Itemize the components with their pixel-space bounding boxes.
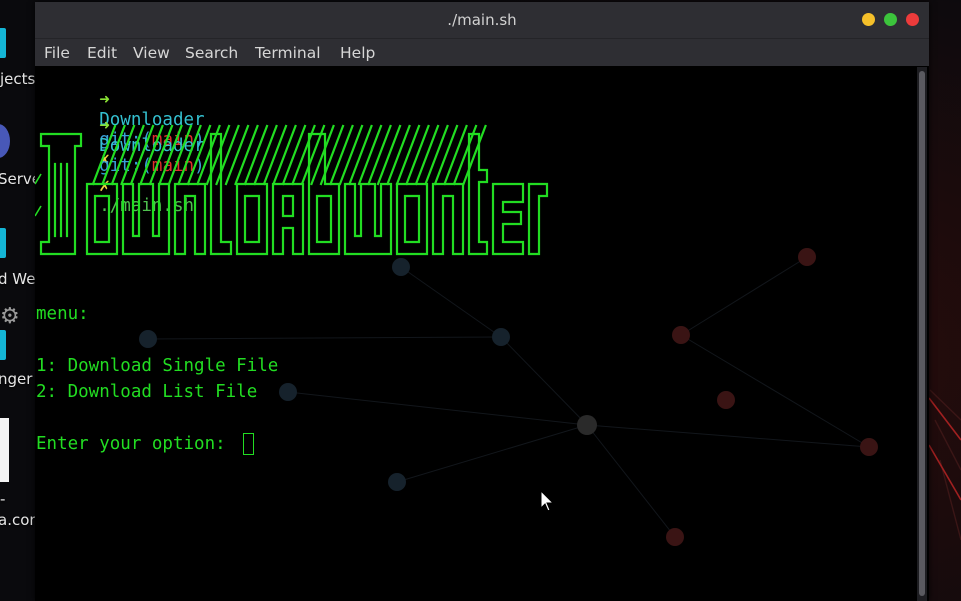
desktop-folder-icon[interactable] — [0, 228, 6, 258]
banner-slash — [243, 124, 269, 186]
banner-slash — [148, 124, 174, 186]
banner-slash — [405, 124, 430, 186]
menu-help[interactable]: Help — [340, 44, 375, 62]
menu-option-2: 2: Download List File — [36, 382, 258, 402]
scrollbar[interactable] — [917, 67, 927, 601]
window-titlebar[interactable]: ./main.sh — [35, 2, 929, 39]
maximize-button[interactable] — [884, 13, 897, 26]
text-cursor[interactable] — [243, 433, 254, 455]
banner-slash — [272, 124, 297, 186]
input-prompt: Enter your option: — [36, 434, 237, 454]
menu-edit[interactable]: Edit — [87, 44, 117, 62]
banner-slash — [139, 124, 164, 186]
desktop-folder-icon[interactable] — [0, 28, 6, 58]
minimize-button[interactable] — [862, 13, 875, 26]
terminal-window[interactable]: ./main.sh File Edit View Search Terminal… — [35, 2, 929, 601]
banner-slash — [129, 124, 155, 186]
banner-slash — [376, 124, 402, 186]
document-icon[interactable] — [0, 418, 9, 482]
desktop-folder-icon[interactable] — [0, 330, 6, 360]
banner-slash — [281, 124, 307, 186]
banner-slash — [120, 124, 145, 186]
ascii-art-banner — [35, 124, 549, 256]
mouse-pointer-icon — [540, 490, 555, 512]
banner-slash — [386, 124, 411, 186]
banner-slash — [329, 124, 354, 186]
banner-slash — [433, 124, 459, 186]
banner-slash — [224, 124, 250, 186]
menu-option-1: 1: Download Single File — [36, 356, 279, 376]
window-title: ./main.sh — [447, 11, 517, 29]
banner-slash — [158, 124, 183, 186]
menu-header: menu: — [36, 304, 89, 324]
banner-slash — [167, 124, 193, 186]
banner-slash — [348, 124, 373, 186]
banner-slash — [338, 124, 364, 186]
banner-slash — [357, 124, 383, 186]
desktop-icon-label[interactable]: jects — [0, 70, 35, 88]
menu-terminal[interactable]: Terminal — [255, 44, 321, 62]
scrollbar-thumb[interactable] — [919, 71, 925, 596]
banner-slash — [262, 124, 288, 186]
desktop-icon-label[interactable]: nger — [0, 370, 32, 388]
desktop-icon-label[interactable]: d We — [0, 270, 35, 288]
banner-slash — [414, 124, 440, 186]
banner-slash — [424, 124, 449, 186]
menubar: File Edit View Search Terminal Help — [35, 39, 929, 66]
banner-slash — [367, 124, 392, 186]
banner-slash — [253, 124, 278, 186]
menu-view[interactable]: View — [133, 44, 170, 62]
banner-slash — [395, 124, 421, 186]
terminal-output[interactable]: ➜ Downloader git:(main) ✗ ➜ Downloader g… — [35, 67, 915, 601]
close-button[interactable] — [906, 13, 919, 26]
banner-slash — [443, 124, 468, 186]
desktop-icon-label[interactable]: - — [0, 490, 5, 508]
banner-slash — [234, 124, 259, 186]
banner-slash — [110, 124, 136, 186]
banner-slash — [177, 124, 202, 186]
menu-file[interactable]: File — [44, 44, 70, 62]
banner-slash — [101, 124, 126, 186]
banner-slash — [91, 124, 117, 186]
menu-search[interactable]: Search — [185, 44, 238, 62]
gear-icon[interactable]: ⚙ — [0, 306, 20, 328]
banner-slash — [186, 124, 212, 186]
